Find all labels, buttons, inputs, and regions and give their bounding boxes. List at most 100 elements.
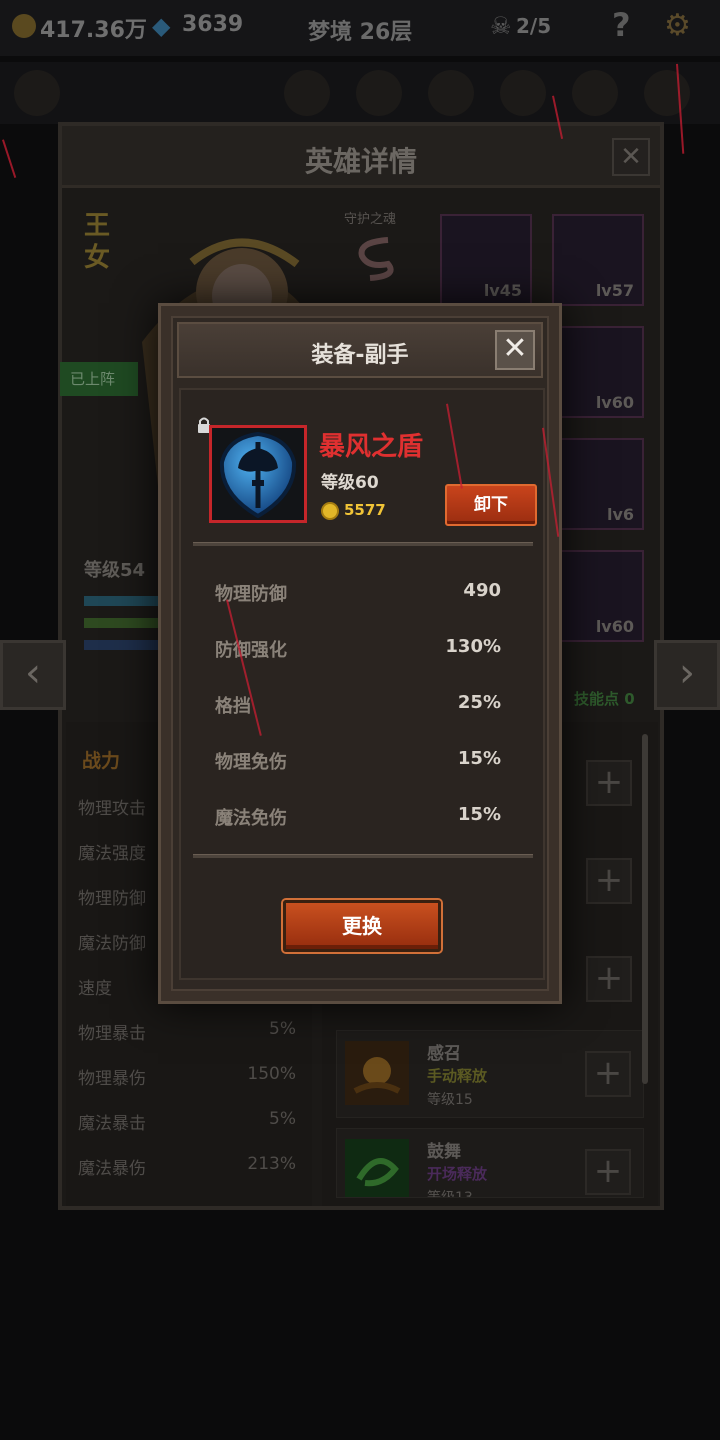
gold-amount: 417.36万 [40, 18, 147, 43]
equipment-level: lv45 [483, 281, 522, 300]
mana-bar [84, 640, 164, 650]
stat-value: 5% [269, 1109, 296, 1129]
attribute-value: 490 [463, 580, 501, 601]
equipment-level: lv60 [595, 617, 634, 636]
equipment-slot-ring[interactable]: lv6 [552, 438, 644, 530]
item-price: 5577 [344, 501, 386, 519]
skill-upgrade-button[interactable]: + [586, 956, 632, 1002]
equipment-modal-header: 装备-副手 ✕ [177, 322, 543, 378]
team-avatar[interactable] [428, 70, 474, 116]
attribute-label: 魔法免伤 [215, 808, 287, 829]
skill-level: 等级15 [427, 1092, 473, 1108]
hero-name: 王女 [84, 211, 111, 273]
unequip-button[interactable]: 卸下 [445, 484, 537, 526]
equipment-level: lv60 [595, 393, 634, 412]
attribute-row: 物理免伤 15% [215, 748, 501, 778]
previous-hero-button[interactable]: ‹ [0, 640, 66, 710]
summon-skill-icon [345, 1041, 409, 1105]
hp-bar [84, 596, 164, 606]
team-strip [0, 62, 720, 124]
attribute-value: 25% [457, 692, 501, 713]
team-avatar[interactable] [14, 70, 60, 116]
attribute-value: 130% [445, 636, 501, 657]
inspire-skill-icon [345, 1139, 409, 1197]
equipment-modal-body: 装备-副手 ✕ 暴风之盾 等级60 5577 卸下 物理防御 490 防御强化 … [171, 316, 549, 991]
skull-icon: ☠ [490, 12, 512, 40]
equipment-modal-title: 装备-副手 [311, 343, 409, 368]
stat-value: 150% [247, 1064, 296, 1084]
attribute-row: 物理防御 490 [215, 580, 501, 610]
stat-label: 速度 [78, 979, 112, 999]
guardian-soul-label: 守护之魂 [344, 212, 397, 227]
hero-panel-header: 英雄详情 ✕ [62, 126, 660, 188]
modal-close-button[interactable]: ✕ [495, 330, 535, 370]
resource-bar: 417.36万 ◆ 3639 梦境 26层 ☠ 2/5 ? ⚙ [0, 0, 720, 56]
equipment-slot-offhand[interactable]: lv60 [552, 550, 644, 642]
equipment-slot-boots[interactable]: lv57 [552, 214, 644, 306]
hero-level: 等级54 [84, 560, 146, 581]
help-icon[interactable]: ? [612, 6, 631, 44]
equipment-level: lv6 [606, 505, 634, 524]
dream-floor-label: 梦境 26层 [308, 20, 413, 45]
stat-label: 魔法暴击 [78, 1114, 146, 1134]
stat-row: 物理暴击 5% [78, 1019, 296, 1049]
skill-name: 鼓舞 [427, 1142, 461, 1162]
attribute-label: 防御强化 [215, 640, 287, 661]
stat-label: 物理攻击 [78, 799, 146, 819]
equipment-level: lv57 [595, 281, 634, 300]
item-level: 等级60 [321, 473, 379, 493]
skill-upgrade-button[interactable]: + [585, 1051, 631, 1097]
gem-amount: 3639 [182, 12, 244, 37]
attribute-value: 15% [457, 804, 501, 825]
skill-cast-mode: 开场释放 [427, 1165, 488, 1183]
gold-coin-icon [12, 14, 36, 38]
item-name: 暴风之盾 [319, 432, 424, 462]
divider [193, 854, 533, 858]
team-avatar[interactable] [500, 70, 546, 116]
attribute-label: 格挡 [215, 696, 251, 717]
item-icon-frame[interactable] [209, 425, 307, 523]
skill-points: 技能点 0 [574, 690, 635, 708]
stat-label: 物理防御 [78, 889, 146, 909]
skills-scrollbar[interactable] [642, 734, 648, 1084]
coin-icon [321, 502, 339, 520]
attribute-row: 防御强化 130% [215, 636, 501, 666]
stat-label: 魔法暴伤 [78, 1159, 146, 1179]
stats-heading: 战力 [82, 750, 121, 772]
skill-card[interactable]: 鼓舞 开场释放 等级13 + [336, 1128, 644, 1198]
stat-label: 魔法强度 [78, 844, 146, 864]
lives-counter: 2/5 [516, 14, 552, 38]
hero-panel-close-button[interactable]: ✕ [612, 138, 650, 176]
gear-icon[interactable]: ⚙ [664, 8, 691, 43]
diamond-icon: ◆ [152, 12, 171, 40]
skill-upgrade-button[interactable]: + [586, 760, 632, 806]
stat-label: 物理暴击 [78, 1024, 146, 1044]
skill-upgrade-button[interactable]: + [585, 1149, 631, 1195]
stat-label: 物理暴伤 [78, 1069, 146, 1089]
team-avatar[interactable] [356, 70, 402, 116]
attribute-value: 15% [457, 748, 501, 769]
skill-upgrade-button[interactable]: + [586, 858, 632, 904]
team-avatar[interactable] [572, 70, 618, 116]
storm-shield-icon [219, 431, 297, 519]
stat-value: 5% [269, 1019, 296, 1039]
exp-bar [84, 618, 164, 628]
stat-value: 213% [247, 1154, 296, 1174]
stat-row: 魔法暴伤 213% [78, 1154, 296, 1184]
skill-name: 感召 [427, 1044, 461, 1064]
team-avatar[interactable] [284, 70, 330, 116]
next-hero-button[interactable]: › [654, 640, 720, 710]
attribute-row: 格挡 25% [215, 692, 501, 722]
stat-row: 魔法暴击 5% [78, 1109, 296, 1139]
skill-card[interactable]: 感召 手动释放 等级15 + [336, 1030, 644, 1118]
serpent-icon[interactable] [348, 230, 402, 284]
team-avatar[interactable] [644, 70, 690, 116]
replace-button[interactable]: 更换 [283, 900, 441, 952]
equipment-slot-armor[interactable]: lv60 [552, 326, 644, 418]
equipment-slot-helmet[interactable]: lv45 [440, 214, 532, 306]
stat-row: 物理暴伤 150% [78, 1064, 296, 1094]
hero-panel-title: 英雄详情 [304, 145, 417, 178]
attribute-label: 物理免伤 [215, 752, 287, 773]
skill-level: 等级13 [427, 1190, 473, 1198]
skill-cast-mode: 手动释放 [427, 1067, 488, 1085]
